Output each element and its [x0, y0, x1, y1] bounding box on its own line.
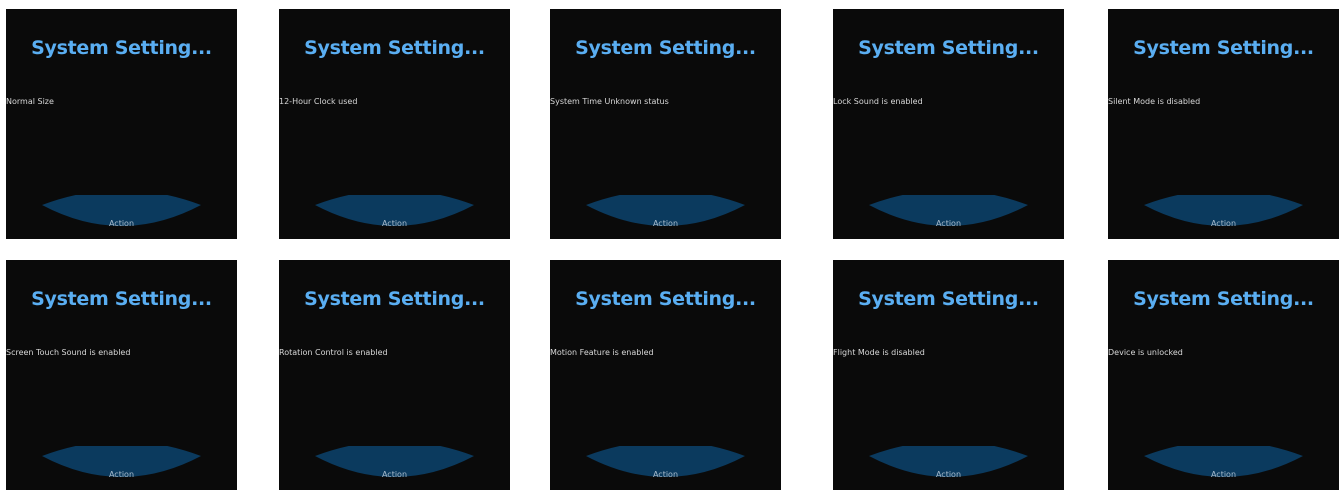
status-text: Lock Sound is enabled: [833, 97, 923, 106]
status-text: Silent Mode is disabled: [1108, 97, 1201, 106]
watch-screen-2: System Setting... 12-Hour Clock used Act…: [279, 9, 510, 239]
watch-screen-10: System Setting... Device is unlocked Act…: [1108, 260, 1339, 490]
screen-title: System Setting...: [858, 37, 1039, 59]
status-text: Flight Mode is disabled: [833, 348, 925, 357]
watch-screen-9: System Setting... Flight Mode is disable…: [833, 260, 1064, 490]
screen-title: System Setting...: [304, 288, 485, 310]
action-button[interactable]: [833, 195, 1064, 239]
screen-title: System Setting...: [575, 288, 756, 310]
action-button[interactable]: [550, 446, 781, 490]
action-button[interactable]: [6, 195, 237, 239]
status-text: 12-Hour Clock used: [279, 97, 358, 106]
screen-title: System Setting...: [575, 37, 756, 59]
action-button[interactable]: [1108, 446, 1339, 490]
watch-screen-1: System Setting... Normal Size Action: [6, 9, 237, 239]
action-button[interactable]: [1108, 195, 1339, 239]
watch-screen-5: System Setting... Silent Mode is disable…: [1108, 9, 1339, 239]
watch-screen-7: System Setting... Rotation Control is en…: [279, 260, 510, 490]
watch-screen-3: System Setting... System Time Unknown st…: [550, 9, 781, 239]
screen-title: System Setting...: [304, 37, 485, 59]
status-text: Normal Size: [6, 97, 54, 106]
status-text: Rotation Control is enabled: [279, 348, 388, 357]
screen-title: System Setting...: [858, 288, 1039, 310]
screen-title: System Setting...: [31, 37, 212, 59]
status-text: Device is unlocked: [1108, 348, 1183, 357]
watch-screen-6: System Setting... Screen Touch Sound is …: [6, 260, 237, 490]
screen-title: System Setting...: [1133, 37, 1314, 59]
action-button[interactable]: [279, 195, 510, 239]
action-button[interactable]: [833, 446, 1064, 490]
action-button[interactable]: [550, 195, 781, 239]
status-text: System Time Unknown status: [550, 97, 669, 106]
status-text: Screen Touch Sound is enabled: [6, 348, 131, 357]
action-button[interactable]: [279, 446, 510, 490]
action-button[interactable]: [6, 446, 237, 490]
screen-title: System Setting...: [1133, 288, 1314, 310]
watch-screen-4: System Setting... Lock Sound is enabled …: [833, 9, 1064, 239]
screen-title: System Setting...: [31, 288, 212, 310]
watch-screen-8: System Setting... Motion Feature is enab…: [550, 260, 781, 490]
status-text: Motion Feature is enabled: [550, 348, 654, 357]
